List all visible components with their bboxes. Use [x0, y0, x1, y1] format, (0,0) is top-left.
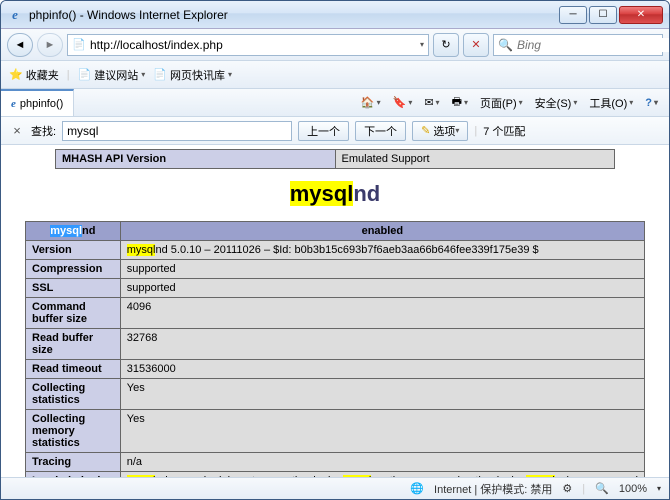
row-label: Collecting statistics [26, 379, 121, 410]
ie-icon: e [7, 7, 23, 23]
mail-button[interactable]: ✉ [419, 94, 444, 111]
row-label: Compression [26, 260, 121, 279]
maximize-button[interactable]: ☐ [589, 6, 617, 24]
ie-icon: e [11, 98, 16, 110]
stop-button[interactable]: ✕ [463, 33, 489, 57]
table-row: Command buffer size4096 [26, 298, 645, 329]
find-next-button[interactable]: 下一个 [355, 121, 406, 141]
find-bar: × 查找: 上一个 下一个 ✎ 选项 | 7 个匹配 [1, 117, 669, 145]
back-button[interactable]: ◄ [7, 33, 33, 57]
row-value: Yes [120, 379, 644, 410]
favorites-button[interactable]: ⭐ 收藏夹 [9, 67, 59, 83]
row-label: Read timeout [26, 360, 121, 379]
row-value: 32768 [120, 329, 644, 360]
url-dropdown-icon[interactable]: ▾ [420, 40, 424, 49]
row-value: supported [120, 279, 644, 298]
row-value: Yes [120, 410, 644, 453]
table-row: Collecting statisticsYes [26, 379, 645, 410]
table-header-row: mysqlnd enabled [26, 222, 645, 241]
forward-button[interactable]: ► [37, 33, 63, 57]
row-label: Collecting memory statistics [26, 410, 121, 453]
minimize-button[interactable]: ─ [559, 6, 587, 24]
row-label: SSL [26, 279, 121, 298]
browser-window: e phpinfo() - Windows Internet Explorer … [0, 0, 670, 500]
table-row: Read timeout31536000 [26, 360, 645, 379]
row-label: Read buffer size [26, 329, 121, 360]
address-bar[interactable]: 📄 ▾ [67, 34, 429, 56]
zone-text: Internet | 保护模式: 禁用 [434, 481, 552, 497]
tab-label: phpinfo() [20, 98, 63, 110]
find-label: 查找: [31, 123, 56, 139]
find-options-button[interactable]: ✎ 选项 [412, 121, 468, 141]
row-value: n/a [120, 453, 644, 472]
find-match-count: 7 个匹配 [483, 123, 525, 139]
tools-menu[interactable]: 工具(O) [584, 93, 638, 113]
th-enabled: enabled [120, 222, 644, 241]
safety-menu[interactable]: 安全(S) [530, 93, 583, 113]
row-label: Command buffer size [26, 298, 121, 329]
zoom-dropdown-icon[interactable]: ▾ [657, 484, 661, 493]
feeds-button[interactable]: 🔖 [388, 94, 418, 111]
status-bar: 🌐 Internet | 保护模式: 禁用 ⚙ | 🔍 100% ▾ [1, 477, 669, 499]
find-prev-button[interactable]: 上一个 [298, 121, 349, 141]
table-row: SSLsupported [26, 279, 645, 298]
page-icon: 📄 [72, 38, 86, 52]
table-row: Read buffer size32768 [26, 329, 645, 360]
mhash-label: MHASH API Version [56, 150, 336, 169]
highlight: mysql [290, 181, 354, 206]
zoom-icon[interactable]: 🔍 [595, 482, 609, 495]
web-slice-gallery[interactable]: 📄 网页快讯库 [153, 67, 232, 83]
page-content: MHASH API Version Emulated Support mysql… [1, 145, 669, 477]
find-input[interactable] [62, 121, 292, 141]
table-row: MHASH API Version Emulated Support [56, 150, 615, 169]
mhash-table: MHASH API Version Emulated Support [55, 149, 615, 169]
home-button[interactable]: 🏠 [356, 94, 386, 111]
module-heading: mysqlnd [9, 181, 661, 207]
close-button[interactable]: ✕ [619, 6, 663, 24]
highlight: mysql [127, 244, 156, 256]
zone-icon: 🌐 [410, 482, 424, 495]
search-box[interactable]: 🔍 [493, 34, 663, 56]
titlebar: e phpinfo() - Windows Internet Explorer … [1, 1, 669, 29]
row-value: supported [120, 260, 644, 279]
window-buttons: ─ ☐ ✕ [559, 6, 663, 24]
command-bar: 🏠 🔖 ✉ 🖶 页面(P) 安全(S) 工具(O) ? [74, 89, 669, 116]
mhash-value: Emulated Support [335, 150, 615, 169]
protected-mode-icon[interactable]: ⚙ [562, 482, 572, 495]
favorites-bar: ⭐ 收藏夹 | 📄 建议网站 📄 网页快讯库 [1, 61, 669, 89]
table-row: Tracingn/a [26, 453, 645, 472]
search-input[interactable] [517, 38, 670, 52]
table-row: Collecting memory statisticsYes [26, 410, 645, 453]
print-button[interactable]: 🖶 [447, 91, 473, 114]
suggested-sites[interactable]: 📄 建议网站 [78, 67, 146, 83]
mysqlnd-table: mysqlnd enabled Versionmysqlnd 5.0.10 – … [25, 221, 645, 477]
url-input[interactable] [90, 38, 416, 52]
window-title: phpinfo() - Windows Internet Explorer [29, 8, 559, 22]
table-row: Versionmysqlnd 5.0.10 – 20111026 – $Id: … [26, 241, 645, 260]
th-name: mysqlnd [26, 222, 121, 241]
tab-bar: e phpinfo() 🏠 🔖 ✉ 🖶 页面(P) 安全(S) 工具(O) ? [1, 89, 669, 117]
row-value: 4096 [120, 298, 644, 329]
refresh-button[interactable]: ↻ [433, 33, 459, 57]
current-highlight: mysql [50, 225, 82, 237]
help-button[interactable]: ? [640, 95, 663, 111]
row-label: Tracing [26, 453, 121, 472]
tab-phpinfo[interactable]: e phpinfo() [1, 89, 74, 116]
row-value: 31536000 [120, 360, 644, 379]
find-close-button[interactable]: × [9, 123, 25, 138]
navbar: ◄ ► 📄 ▾ ↻ ✕ 🔍 [1, 29, 669, 61]
row-value: mysqlnd 5.0.10 – 20111026 – $Id: b0b3b15… [120, 241, 644, 260]
zoom-level: 100% [619, 483, 647, 495]
table-row: Compressionsupported [26, 260, 645, 279]
page-menu[interactable]: 页面(P) [475, 93, 528, 113]
search-icon: 🔍 [498, 38, 513, 52]
row-label: Version [26, 241, 121, 260]
